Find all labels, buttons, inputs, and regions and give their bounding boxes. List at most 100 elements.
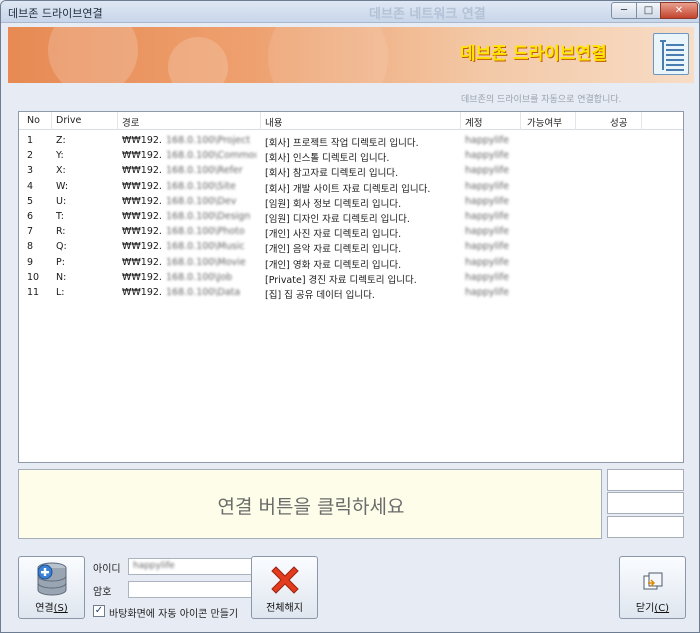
maximize-button[interactable]: □ (636, 2, 661, 19)
column-header-path[interactable]: 경로 (122, 115, 139, 129)
cell-account: happylife (465, 165, 509, 177)
cell-drive: X: (56, 165, 66, 177)
cell-no: 6 (27, 211, 34, 222)
cell-drive: U: (56, 195, 67, 207)
cell-drive: Y: (56, 150, 64, 162)
table-row[interactable]: 5 U: ₩₩192. 168.0.100\Dev [임원] 회사 정보 디렉토리 입니… (19, 195, 683, 210)
banner-decoration (268, 27, 388, 83)
column-header-success[interactable]: 성공 (610, 115, 627, 129)
cell-no: 9 (27, 256, 34, 268)
header-banner: 데브존 드라이브연결 (8, 27, 694, 83)
password-label: 암호 (93, 587, 112, 598)
table-row[interactable]: 8 Q: ₩₩192. 168.0.100\Music [개인] 음악 자료 디렉토리 … (19, 240, 683, 255)
table-row[interactable]: 4 W: ₩₩192. 168.0.100\Site [회사] 개발 사이트 자료 디렉… (19, 180, 683, 195)
desktop-icon-checkbox[interactable]: ✓ (93, 605, 105, 617)
cell-no: 3 (27, 165, 34, 177)
status-message-panel: 연결 버튼을 클릭하세요 (18, 469, 602, 539)
column-header-drive[interactable]: Drive (56, 115, 81, 126)
cell-content: [회사] 인스톨 디렉토리 입니다. (265, 153, 390, 165)
cell-no: 7 (27, 226, 34, 238)
ghost-title: 데브존 네트워크 연결 (369, 7, 486, 22)
cell-path-blurred: 168.0.100\Job (166, 271, 233, 283)
app-window: 데브존 드라이브연결 데브존 네트워크 연결 ─ □ ✕ 데브존 드라이브연결 … (0, 0, 700, 633)
cell-drive: P: (56, 256, 65, 268)
cell-path: ₩₩192. (122, 180, 162, 192)
status-message: 연결 버튼을 클릭하세요 (217, 496, 405, 518)
cell-path: ₩₩192. (122, 150, 162, 162)
connect-button[interactable]: 연결(S) (18, 556, 85, 619)
column-header-availability[interactable]: 가능여부 (527, 115, 562, 129)
cell-drive: W: (56, 180, 69, 192)
close-window-button[interactable]: ✕ (660, 2, 698, 19)
cell-path-blurred: 168.0.100\Data (166, 287, 241, 298)
banner-decoration (168, 37, 228, 83)
cell-drive: L: (56, 287, 65, 298)
cell-path: ₩₩192. (122, 135, 162, 146)
cell-drive: Z: (56, 135, 66, 146)
cell-path: ₩₩192. (122, 195, 162, 207)
cell-drive: N: (56, 271, 67, 283)
cell-account: happylife (465, 271, 509, 283)
table-row[interactable]: 9 P: ₩₩192. 168.0.100\Movie [개인] 영화 자료 디렉토리 … (19, 256, 683, 271)
cell-account: happylife (465, 226, 509, 238)
disconnect-all-button-label: 전체해지 (266, 603, 303, 614)
cell-drive: Q: (56, 241, 67, 253)
cell-no: 8 (27, 241, 34, 253)
desktop-icon-checkbox-label[interactable]: 바탕화면에 자동 아이콘 만들기 (109, 605, 238, 620)
id-input[interactable]: happylife (128, 558, 263, 575)
cell-content: [Private] 경진 자료 디렉토리 입니다. (265, 274, 417, 286)
cell-account: happylife (465, 256, 509, 268)
cell-path-blurred: 168.0.100\Photo (166, 226, 245, 238)
cell-no: 11 (27, 287, 40, 298)
drive-list-table[interactable]: No Drive 경로 내용 계정 가능여부 성공 1 Z: ₩₩192. 168.0… (18, 111, 684, 463)
banner-decoration (48, 27, 138, 83)
cell-account: happylife (465, 150, 509, 162)
column-header-account[interactable]: 계정 (465, 115, 482, 129)
window-title: 데브존 드라이브연결 (8, 7, 103, 20)
cell-content: [회사] 참고자료 디렉토리 입니다. (265, 168, 399, 180)
cell-path-blurred: 168.0.100\Refer (166, 165, 243, 177)
table-row[interactable]: 6 T: ₩₩192. 168.0.100\Design [임원] 디자인 자료 디렉토… (19, 210, 683, 225)
cell-account: happylife (465, 135, 509, 146)
table-row[interactable]: 10 N: ₩₩192. 168.0.100\Job [Private] 경진 자료 디… (19, 271, 683, 286)
table-row[interactable]: 2 Y: ₩₩192. 168.0.100\Common [회사] 인스톨 디렉토리 입… (19, 149, 683, 164)
cell-content: [집] 집 공유 데이터 입니다. (265, 290, 375, 301)
cell-no: 10 (27, 271, 40, 283)
table-row[interactable]: 1 Z: ₩₩192. 168.0.100\Project [회사] 프로젝트 작업 디… (19, 134, 683, 149)
cell-drive: R: (56, 226, 66, 238)
connect-button-label: 연결(S) (35, 603, 68, 614)
column-header-content[interactable]: 내용 (265, 115, 282, 129)
cell-account: happylife (465, 287, 509, 298)
cell-content: [임원] 디자인 자료 디렉토리 입니다. (265, 214, 410, 225)
cell-path-blurred: 168.0.100\Common (166, 150, 256, 162)
bottom-controls: 연결(S) 아이디 happylife 암호 ✓ 바탕화면에 자동 아이콘 만들… (8, 547, 694, 631)
title-bar: 데브존 드라이브연결 데브존 네트워크 연결 ─ □ ✕ (1, 1, 699, 23)
cell-no: 5 (27, 195, 34, 207)
cell-path-blurred: 168.0.100\Site (166, 180, 236, 192)
cell-content: [회사] 프로젝트 작업 디렉토리 입니다. (265, 138, 419, 149)
cell-no: 1 (27, 135, 34, 146)
close-button[interactable]: 닫기(C) (619, 556, 686, 619)
status-slot-1 (607, 469, 684, 491)
table-row[interactable]: 7 R: ₩₩192. 168.0.100\Photo [개인] 사진 자료 디렉토리 … (19, 225, 683, 240)
disconnect-all-button[interactable]: 전체해지 (251, 556, 318, 619)
cell-path-blurred: 168.0.100\Music (166, 241, 245, 253)
cell-content: [개인] 음악 자료 디렉토리 입니다. (265, 244, 402, 256)
password-input[interactable] (128, 581, 263, 598)
close-button-label: 닫기(C) (635, 603, 670, 614)
banner-subtext: 데브존의 드라이브를 자동으로 연결합니다. (461, 95, 622, 105)
column-header-no[interactable]: No (27, 115, 40, 126)
cell-drive: T: (56, 211, 64, 222)
table-row[interactable]: 3 X: ₩₩192. 168.0.100\Refer [회사] 참고자료 디렉토리 입… (19, 164, 683, 179)
cell-path-blurred: 168.0.100\Dev (166, 195, 237, 207)
cell-path-blurred: 168.0.100\Design (166, 211, 251, 222)
table-row[interactable]: 11 L: ₩₩192. 168.0.100\Data [집] 집 공유 데이터 입니다… (19, 286, 683, 301)
database-icon (37, 562, 67, 596)
cell-path-blurred: 168.0.100\Movie (166, 256, 246, 268)
cell-path-blurred: 168.0.100\Project (166, 135, 251, 146)
banner-title: 데브존 드라이브연결 (460, 44, 607, 64)
id-label: 아이디 (93, 564, 121, 575)
cell-content: [개인] 영화 자료 디렉토리 입니다. (265, 259, 402, 271)
cell-account: happylife (465, 180, 509, 192)
minimize-button[interactable]: ─ (611, 2, 637, 19)
